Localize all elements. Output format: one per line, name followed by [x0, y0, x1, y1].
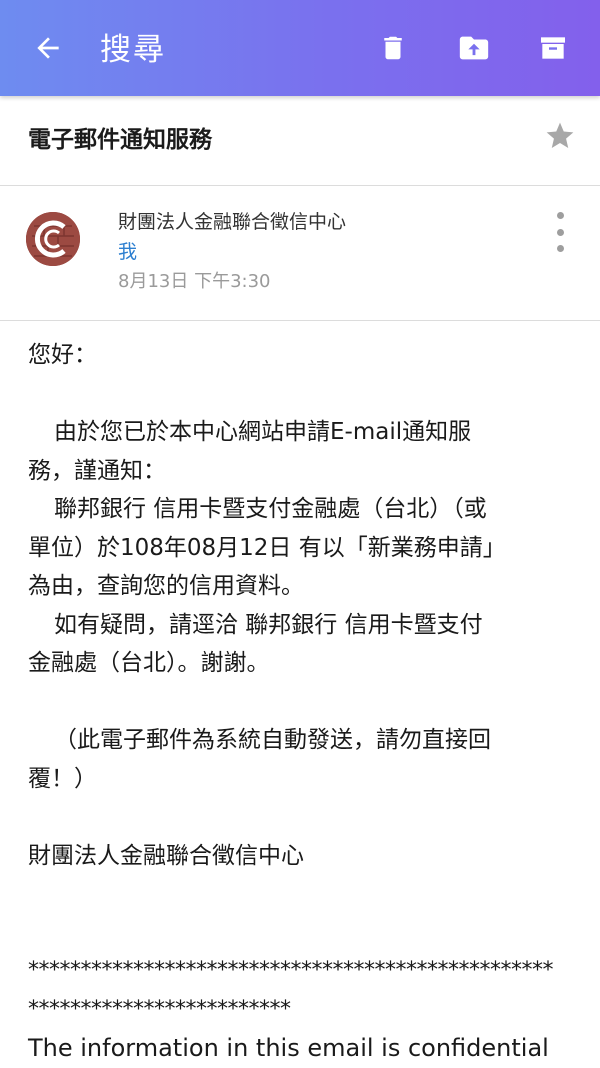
- delete-button[interactable]: [373, 28, 413, 68]
- top-app-bar: 搜尋: [0, 0, 600, 96]
- body-line: 單位）於108年08月12日 有以「新業務申請」: [28, 534, 506, 561]
- sender-name: 財團法人金融聯合徵信中心: [118, 211, 347, 233]
- body-line: 金融處（台北）。謝謝。: [28, 650, 270, 676]
- more-vertical-icon-dot: [556, 245, 564, 252]
- sender-row: 財團法人金融聯合徵信中心 我 8月13日 下午3:30: [0, 186, 600, 321]
- divider-stars: ****************************************…: [28, 958, 554, 983]
- archive-button[interactable]: [533, 28, 573, 68]
- sender-avatar[interactable]: [26, 212, 80, 266]
- star-icon: [546, 122, 574, 148]
- more-vertical-icon-dot: [556, 228, 564, 236]
- body-line: 務，謹通知：: [28, 457, 166, 484]
- divider-stars: *************************: [28, 996, 291, 1022]
- page-title: 搜尋: [100, 32, 166, 68]
- email-subject: 電子郵件通知服務: [28, 127, 212, 153]
- body-line: 由於您已於本中心網站申請E-mail通知服: [54, 419, 472, 445]
- body-line: 如有疑問，請逕洽 聯邦銀行 信用卡暨支付: [54, 611, 483, 638]
- greeting: 您好：: [28, 342, 97, 368]
- arrow-left-icon: [37, 37, 59, 59]
- recipient-link[interactable]: 我: [118, 238, 137, 266]
- more-vertical-icon: [556, 212, 564, 219]
- trash-icon: [384, 36, 402, 60]
- auto-notice: （此電子郵件為系統自動發送，請勿直接回: [54, 727, 491, 753]
- move-to-folder-button[interactable]: [454, 28, 494, 68]
- signature: 財團法人金融聯合徵信中心: [28, 842, 304, 869]
- folder-upload-icon: [459, 36, 489, 60]
- auto-notice: 覆！）: [28, 765, 97, 792]
- body-line: 聯邦銀行 信用卡暨支付金融處（台北）（或: [54, 496, 487, 522]
- body-line: 為由，查詢您的信用資料。: [28, 573, 304, 599]
- sender-logo-icon: [26, 212, 80, 266]
- confidential-notice: The information in this email is confide…: [28, 1034, 549, 1062]
- star-button[interactable]: [544, 120, 576, 152]
- email-date: 8月13日 下午3:30: [118, 271, 271, 292]
- email-body: 您好： 由於您已於本中心網站申請E-mail通知服 務，謹通知： 聯邦銀行 信用…: [28, 336, 588, 1068]
- archive-box-icon: [541, 37, 565, 59]
- email-subject-row: 電子郵件通知服務: [0, 96, 600, 186]
- back-button[interactable]: [28, 28, 68, 68]
- more-options-button[interactable]: [548, 212, 572, 252]
